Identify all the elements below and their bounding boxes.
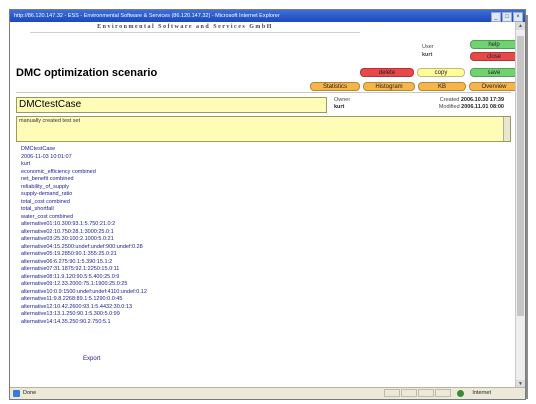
close-window-icon[interactable]: × [513, 12, 523, 22]
data-line: alternative02:10.750:28.1:3000:25.0:1 [21, 228, 114, 235]
histogram-button[interactable]: Histogram [363, 82, 415, 91]
minimize-icon[interactable]: _ [491, 12, 501, 22]
zone-text: Internet [472, 390, 491, 396]
modified-value: 2006.11.01 08:00 [461, 104, 504, 110]
delete-button[interactable]: delete [360, 68, 414, 77]
user-info: User kurt [422, 43, 434, 59]
help-button[interactable]: help [470, 40, 518, 49]
data-line: alternative03:25.30:100:2.1000:5.0:21 [21, 236, 114, 242]
data-line: alternative04:15.2500:undef:undef:900:un… [21, 243, 143, 250]
copy-button[interactable]: copy [417, 68, 465, 77]
page-content: Environmental Software and Services GmbH… [10, 22, 519, 388]
status-text: Done [23, 390, 37, 396]
data-line: alternative10:0.9:1500:undef:undef:4110:… [21, 288, 147, 295]
browser-title: http://86.120.147.32 - ESS - Environment… [14, 13, 280, 19]
data-line: alternative11:9.8.2268:89.1:5.1290:0.0:4… [21, 296, 123, 302]
status-pane [384, 389, 400, 397]
data-line: alternative07:31.1875:92.1:2250:15.0:11 [21, 266, 120, 272]
description-scrollbar[interactable] [503, 117, 510, 141]
data-line: alternative08:11.9.120:90.5:5.400:25.0:9 [21, 273, 120, 280]
scrollbar-thumb[interactable] [517, 36, 524, 316]
data-line: water_cost combined [21, 213, 73, 220]
description-field[interactable]: manually created test set [16, 116, 511, 142]
data-line: alternative05:19.2850:90.1:355:25.0:21 [21, 251, 117, 257]
owner-info: Owner kurt [334, 97, 350, 111]
scenario-data-list: DMCtestCase 2006-11-03 10:01:07 kurt econom… [21, 146, 147, 326]
close-button[interactable]: close [470, 52, 518, 61]
save-button[interactable]: save [470, 68, 518, 77]
modified-label: Modified [438, 104, 460, 110]
data-line: alternative12:10.42.2600:93.1:5.4432:30.… [21, 303, 133, 310]
export-link[interactable]: Export [83, 356, 100, 362]
created-label: Created [439, 97, 460, 103]
status-pane [401, 389, 417, 397]
owner-value: kurt [334, 104, 345, 110]
data-line: reliability_of_supply [21, 183, 69, 190]
data-line: supply-demand_ratio [21, 191, 73, 197]
scroll-up-icon[interactable]: ▲ [516, 22, 525, 30]
user-name: kurt [422, 52, 433, 58]
status-pane [418, 389, 434, 397]
company-banner: Environmental Software and Services GmbH [97, 24, 273, 30]
case-name-field[interactable]: DMCtestCase [16, 97, 327, 113]
date-info: Created 2006.10.30 17:39 Modified 2006.1… [439, 97, 504, 111]
data-line: alternative14:14.35.250:90.2.750:5.1 [21, 318, 111, 325]
header-divider [16, 92, 511, 93]
data-line: alternative13:13.1.250:90.1:5.300:5.0:99 [21, 311, 120, 317]
status-panes [384, 389, 451, 397]
page-done-icon [13, 390, 20, 397]
data-line: alternative06:6.275:90.1:5.390:15.1:2 [21, 258, 113, 265]
browser-title-bar: http://86.120.147.32 - ESS - Environment… [10, 10, 525, 22]
overview-button[interactable]: Overview [469, 82, 519, 91]
status-bar: Done Internet [10, 387, 525, 399]
data-line: 2006-11-03 10:01:07 [21, 153, 72, 160]
maximize-icon[interactable]: □ [502, 12, 512, 22]
description-text: manually created test set [19, 118, 81, 124]
data-line: alternative09:12.33.2000:75.1:1900:25.0:… [21, 281, 128, 287]
created-value: 2006.10.30 17:39 [460, 97, 504, 103]
window-controls: _ □ × [491, 12, 523, 22]
data-line: kurt [21, 161, 31, 167]
internet-zone-icon [457, 390, 464, 397]
user-label: User [422, 44, 434, 50]
data-line: net_benefit combined [21, 176, 74, 182]
page-scrollbar[interactable]: ▲ ▼ [515, 22, 525, 388]
kb-button[interactable]: KB [418, 82, 466, 91]
owner-label: Owner [334, 97, 351, 103]
status-pane [435, 389, 451, 397]
browser-window: http://86.120.147.32 - ESS - Environment… [9, 9, 526, 400]
page-title: DMC optimization scenario [16, 67, 158, 79]
data-line: economic_efficiency combined [21, 168, 96, 175]
statistics-button[interactable]: Statistics [310, 82, 360, 91]
data-line: total_cost combined [21, 198, 70, 205]
data-line: DMCtestCase [21, 146, 56, 152]
banner-divider [30, 32, 360, 33]
data-line: total_shortfall [21, 206, 54, 212]
data-line: alternative01:10.300:93.1:5.750:21.0:2 [21, 221, 116, 227]
